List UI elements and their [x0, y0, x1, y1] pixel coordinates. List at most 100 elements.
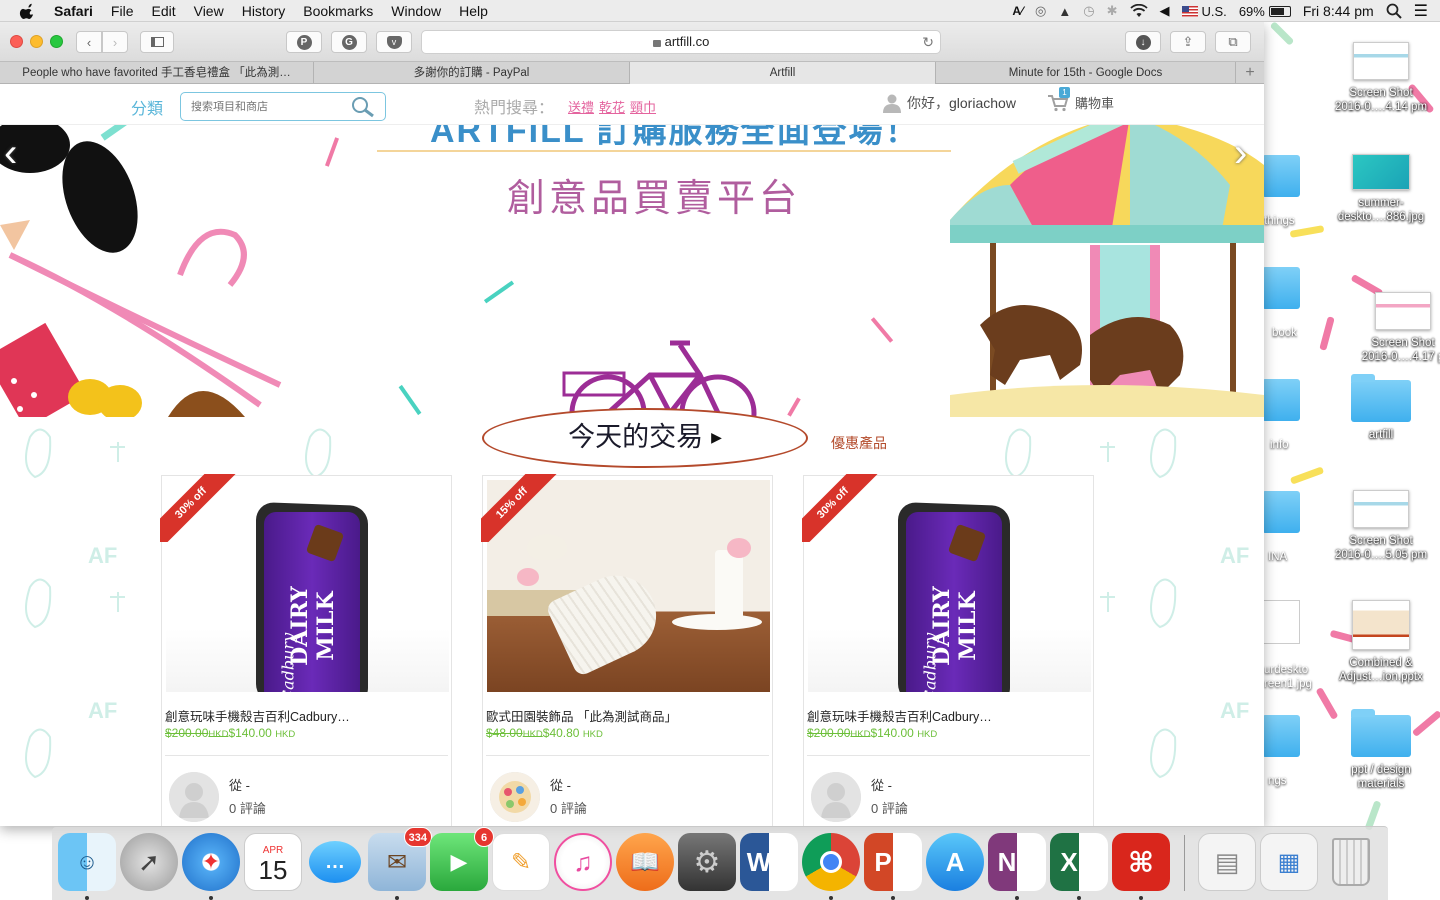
- desktop-partial-folder[interactable]: [1262, 267, 1300, 309]
- dock-downloads-stack[interactable]: ▦: [1260, 833, 1318, 891]
- dock-messages[interactable]: …: [306, 833, 364, 891]
- tabs-overview-button[interactable]: ⧉: [1215, 31, 1251, 53]
- dock-mail[interactable]: ✉ 334: [368, 827, 432, 900]
- dock-ibooks[interactable]: 📖: [616, 833, 674, 891]
- dock-app-store[interactable]: A: [926, 833, 984, 891]
- dock-system-preferences[interactable]: ⚙: [678, 833, 736, 891]
- desktop-partial-folder[interactable]: [1262, 155, 1300, 197]
- dock-powerpoint[interactable]: P: [864, 833, 922, 900]
- dock-launchpad[interactable]: ➚: [120, 833, 178, 891]
- review-count[interactable]: 0 評論: [229, 798, 266, 817]
- battery-status[interactable]: 69%: [1239, 4, 1291, 19]
- dock-pages[interactable]: ✎: [492, 833, 550, 891]
- seller-avatar[interactable]: [811, 772, 861, 822]
- pocket-extension-button[interactable]: v: [376, 31, 412, 53]
- search-input[interactable]: [191, 93, 351, 120]
- menu-help[interactable]: Help: [459, 3, 488, 19]
- spotlight-icon[interactable]: [1386, 3, 1402, 19]
- desktop-icon-screenshot[interactable]: Screen Shot 2016-0….4.17 p: [1356, 292, 1440, 364]
- menu-edit[interactable]: Edit: [151, 3, 175, 19]
- tab-paypal[interactable]: 多謝你的訂購 - PayPal: [314, 62, 630, 84]
- creative-cloud-icon[interactable]: ◎: [1035, 3, 1046, 19]
- dock-excel[interactable]: X: [1050, 833, 1108, 900]
- hot-search-dried-flowers[interactable]: 乾花: [599, 97, 625, 116]
- dock-word[interactable]: W: [740, 833, 798, 891]
- address-bar[interactable]: artfill.co ↻: [421, 30, 941, 54]
- tab-google-docs[interactable]: Minute for 15th - Google Docs: [936, 62, 1236, 84]
- product-name[interactable]: 創意玩味手機殼吉百利Cadbury…: [807, 706, 1092, 725]
- carousel-next-button[interactable]: ›: [1234, 133, 1247, 173]
- seller-avatar[interactable]: [169, 772, 219, 822]
- search-icon[interactable]: [351, 96, 375, 118]
- dock-documents-stack[interactable]: ▤: [1198, 833, 1256, 891]
- menu-view[interactable]: View: [194, 3, 224, 19]
- dock-calendar[interactable]: APR 15: [244, 833, 302, 891]
- minimize-window-button[interactable]: [30, 35, 43, 48]
- notification-center-icon[interactable]: ☰: [1414, 1, 1428, 21]
- desktop-partial-folder[interactable]: [1262, 715, 1300, 757]
- dock-finder[interactable]: ☺: [58, 833, 116, 900]
- zoom-window-button[interactable]: [50, 35, 63, 48]
- forward-button[interactable]: ›: [102, 31, 128, 53]
- category-menu[interactable]: 分類: [131, 95, 163, 119]
- menu-history[interactable]: History: [242, 3, 286, 19]
- menu-app-safari[interactable]: Safari: [54, 3, 93, 19]
- dock-chrome[interactable]: [802, 833, 860, 900]
- desktop-icon-folder[interactable]: artfill: [1334, 374, 1428, 442]
- bluetooth-icon[interactable]: ✱: [1107, 3, 1118, 19]
- menu-window[interactable]: Window: [391, 3, 441, 19]
- apple-menu-icon[interactable]: [18, 3, 38, 19]
- dock-onenote[interactable]: N: [988, 833, 1046, 900]
- review-count[interactable]: 0 評論: [550, 798, 587, 817]
- new-tab-button[interactable]: +: [1236, 62, 1264, 83]
- todays-deals-banner[interactable]: 今天的交易 ▶: [482, 408, 808, 468]
- close-window-button[interactable]: [10, 35, 23, 48]
- google-drive-icon[interactable]: ▲: [1058, 4, 1071, 19]
- grammarly-extension-button[interactable]: G: [331, 31, 367, 53]
- product-card[interactable]: 15% off 歐式田園裝飾品 「此為測試商品」 $48.00HKD$40.80…: [481, 474, 773, 826]
- downloads-button[interactable]: ↓: [1125, 31, 1161, 53]
- menu-bookmarks[interactable]: Bookmarks: [303, 3, 373, 19]
- input-source[interactable]: U.S.: [1181, 4, 1227, 19]
- clock[interactable]: Fri 8:44 pm: [1303, 3, 1374, 19]
- review-count[interactable]: 0 評論: [871, 798, 908, 817]
- carousel-prev-button[interactable]: ‹: [4, 133, 17, 173]
- original-currency: HKD: [850, 729, 871, 740]
- pinterest-extension-button[interactable]: P: [286, 31, 322, 53]
- desktop-icon-image[interactable]: summer-deskto….886.jpg: [1334, 154, 1428, 224]
- desktop-partial-folder[interactable]: [1262, 379, 1300, 421]
- volume-icon[interactable]: ◀: [1160, 3, 1170, 19]
- reload-icon[interactable]: ↻: [922, 31, 934, 53]
- hot-search-gift[interactable]: 送禮: [568, 97, 594, 116]
- product-name[interactable]: 歐式田園裝飾品 「此為測試商品」: [486, 706, 771, 725]
- desktop-partial-thumb[interactable]: [1262, 600, 1300, 644]
- seller-avatar[interactable]: [490, 772, 540, 822]
- desktop-icon-folder[interactable]: ppt / design materials: [1334, 709, 1428, 791]
- product-card[interactable]: 30% off DAIRY MILK Cadbury 創意玩味手機殼吉百利Cad…: [802, 474, 1094, 826]
- dock-trash[interactable]: [1322, 833, 1380, 891]
- tab-artfill[interactable]: Artfill: [630, 62, 936, 84]
- desktop-partial-folder[interactable]: [1262, 491, 1300, 533]
- dock-itunes[interactable]: ♫: [554, 833, 612, 891]
- time-machine-icon[interactable]: ◷: [1083, 3, 1094, 19]
- tab-favorites[interactable]: People who have favorited 手工香皂禮盒 「此為測…: [0, 62, 314, 84]
- desktop-icon-screenshot[interactable]: Screen Shot 2016-0….5.05 pm: [1334, 490, 1428, 562]
- desktop-icon-pptx[interactable]: Combined & Adjust…ion.pptx: [1334, 600, 1428, 684]
- cart-link[interactable]: 1 購物車: [1047, 86, 1114, 112]
- sidebar-button[interactable]: [140, 31, 174, 53]
- menu-file[interactable]: File: [111, 3, 134, 19]
- discounted-products-link[interactable]: 優惠產品: [831, 433, 887, 453]
- share-button[interactable]: ⇪: [1170, 31, 1206, 53]
- hot-search-scarf[interactable]: 頸巾: [630, 97, 656, 116]
- adobe-status-icon[interactable]: A⁄: [1012, 4, 1023, 18]
- product-card[interactable]: 30% off DAIRY MILK Cadbury 創意玩味手機殼吉百利Cad…: [160, 474, 452, 826]
- site-header: 分類 熱門搜尋： 送禮 乾花 頸巾 你好， gloriachow 1 購物車: [0, 85, 1264, 125]
- dock-acrobat[interactable]: ⌘: [1112, 833, 1170, 900]
- wifi-icon[interactable]: [1129, 4, 1148, 18]
- desktop-icon-screenshot[interactable]: Screen Shot 2016-0….4.14 pm: [1334, 42, 1428, 114]
- user-menu[interactable]: 你好， gloriachow: [882, 93, 1016, 113]
- back-button[interactable]: ‹: [76, 31, 102, 53]
- product-name[interactable]: 創意玩味手機殼吉百利Cadbury…: [165, 706, 450, 725]
- dock-facetime[interactable]: ▶ 6: [430, 827, 494, 891]
- dock-safari[interactable]: ✦: [182, 833, 240, 900]
